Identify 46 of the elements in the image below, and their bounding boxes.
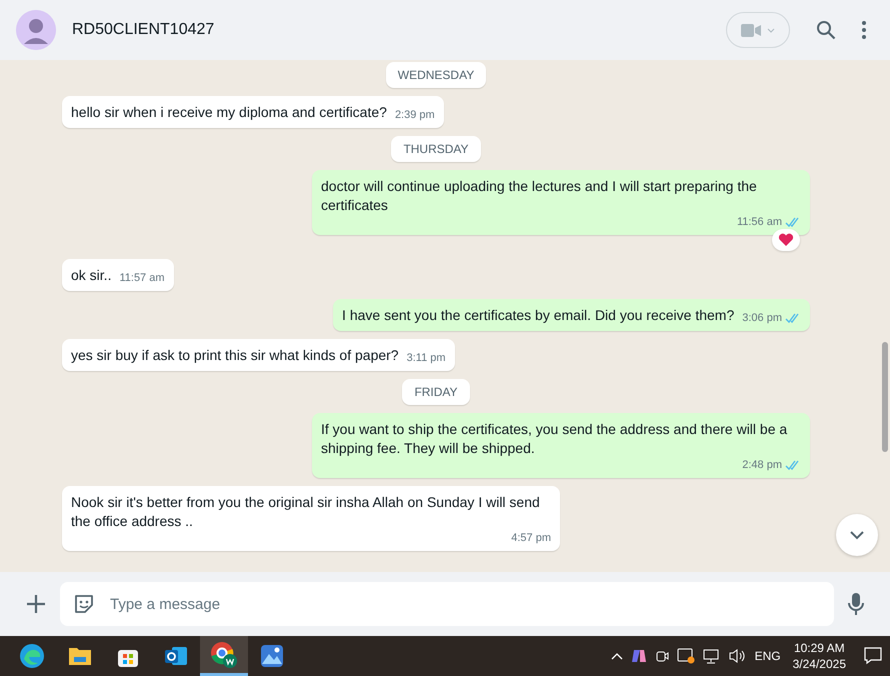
folder-icon xyxy=(68,645,92,667)
microphone-icon[interactable] xyxy=(848,592,864,616)
language-indicator[interactable]: ENG xyxy=(754,649,781,663)
taskbar-app[interactable] xyxy=(200,636,248,676)
scrollbar-thumb[interactable] xyxy=(882,342,888,452)
volume-icon[interactable] xyxy=(728,648,747,664)
menu-icon[interactable] xyxy=(862,21,866,39)
heart-icon xyxy=(778,233,794,247)
sticker-icon[interactable] xyxy=(73,593,95,615)
tablet-warning-icon[interactable] xyxy=(676,648,695,664)
message-time: 11:56 am xyxy=(736,215,782,229)
message-time: 3:06 pm xyxy=(742,311,782,325)
reaction-badge[interactable] xyxy=(772,229,800,251)
message-text: Nook sir it's better from you the original sir insha Allah on Sunday I will send the office address .. xyxy=(71,493,541,531)
edge-browser-icon xyxy=(19,643,45,669)
contact-name: RD50CLIENT10427 xyxy=(72,21,216,39)
message-text: I have sent you the certificates by email. Did you receive them? xyxy=(342,306,734,325)
browser-profile-icon xyxy=(210,640,238,668)
message-time: 3:11 pm xyxy=(406,351,446,365)
clock-time[interactable]: 10:29 AM xyxy=(794,640,845,656)
message-time: 2:39 pm xyxy=(394,108,435,122)
plus-icon[interactable] xyxy=(26,594,46,614)
video-camera-icon xyxy=(741,24,761,36)
message-text: doctor will continue uploading the lectures and I will start preparing the certificates xyxy=(321,177,758,215)
date-divider: WEDNESDAY xyxy=(386,62,486,88)
copilot-icon[interactable] xyxy=(630,648,647,664)
message-time: 11:57 am xyxy=(119,271,165,285)
chevron-down-icon xyxy=(767,28,775,32)
search-icon[interactable] xyxy=(816,20,836,40)
photos-app-icon xyxy=(260,644,284,668)
date-divider: THURSDAY xyxy=(391,136,481,162)
message-text: If you want to ship the certificates, you send the address and there will be a shipping fee. They will be shipped. xyxy=(321,420,788,458)
clock-date[interactable]: 3/24/2025 xyxy=(792,656,846,672)
avatar[interactable] xyxy=(16,10,56,50)
network-icon[interactable] xyxy=(702,648,721,664)
message-input[interactable]: Type a message xyxy=(60,582,834,626)
message-text: ok sir.. xyxy=(71,266,112,285)
notification-icon[interactable] xyxy=(864,647,882,665)
chevron-down-icon xyxy=(849,530,865,540)
message-text: hello sir when i receive my diploma and certificate? xyxy=(71,103,387,122)
mail-app-icon xyxy=(164,644,188,668)
message-time: 4:57 pm xyxy=(511,531,551,545)
chevron-up-icon[interactable] xyxy=(610,652,623,660)
message-text: yes sir buy if ask to print this sir what kinds of paper? xyxy=(71,346,399,365)
date-divider: FRIDAY xyxy=(402,379,470,405)
message-time: 2:48 pm xyxy=(742,458,782,472)
